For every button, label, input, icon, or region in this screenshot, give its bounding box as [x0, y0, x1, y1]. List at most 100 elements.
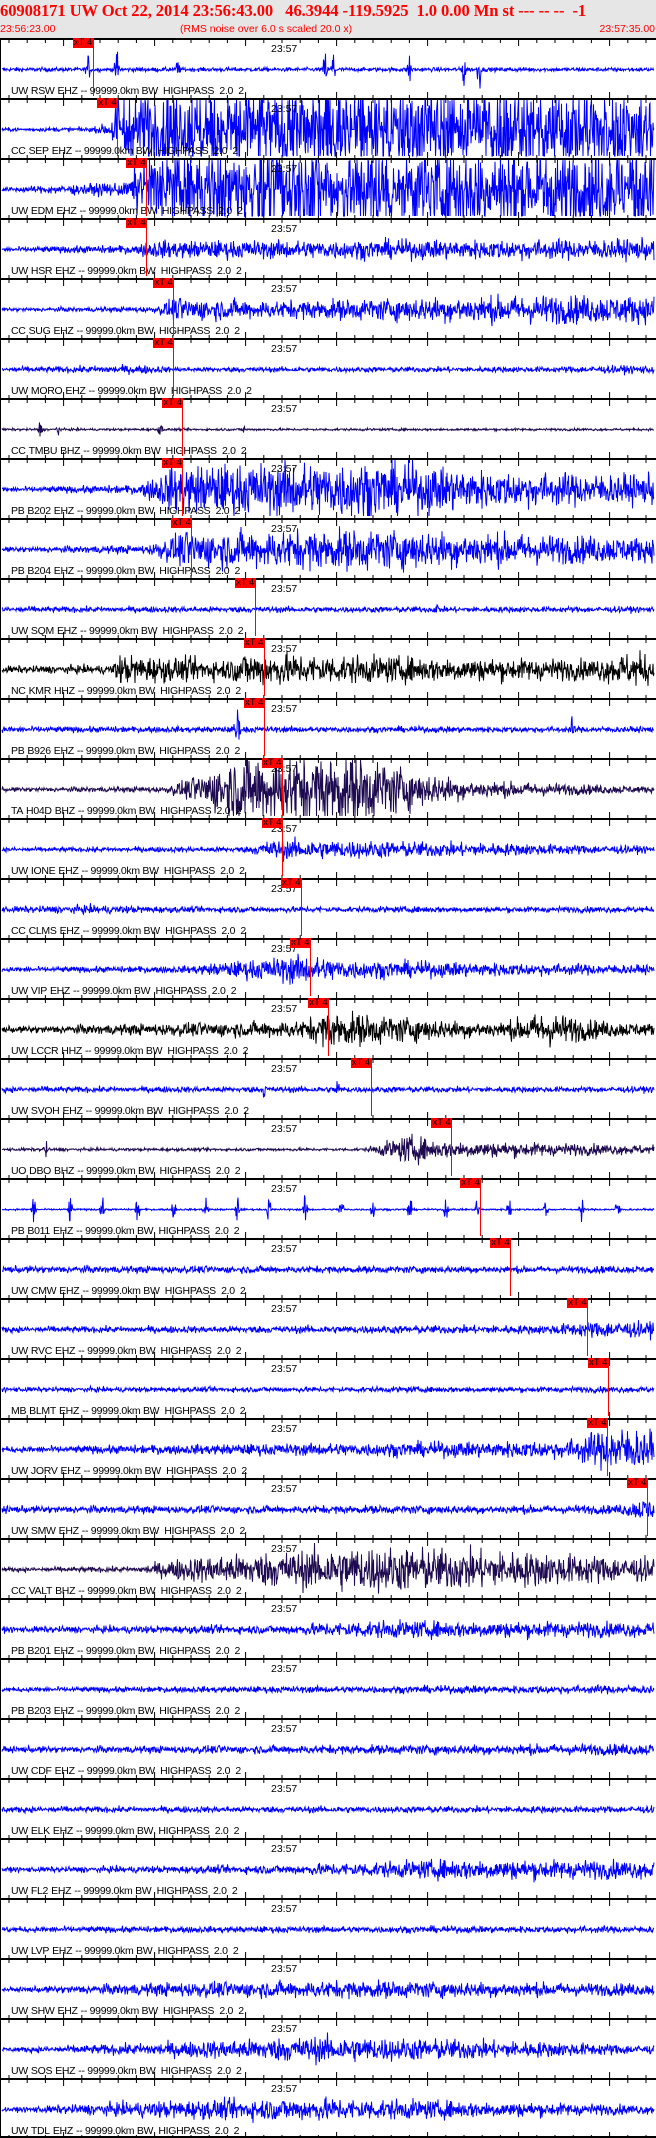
trace-panel-fl2: 23:57 UW FL2 EHZ -- 99999.0km BW HIGHPASS 2.… — [0, 1838, 656, 1898]
phase-pick-marker[interactable]: xT 4 — [1, 338, 175, 396]
station-label: PB B201 EHZ -- 99999.0km BW HIGHPASS 2.0 2 — [11, 1645, 243, 1657]
phase-pick-marker[interactable]: xT 4 — [1, 698, 265, 756]
station-label: CC VALT BHZ -- 99999.0km BW HIGHPASS 2.0 2 — [11, 1585, 244, 1597]
station-label: UW SOS EHZ -- 99999.0km BW HIGHPASS 2.0 2 — [11, 2065, 245, 2077]
minute-label: 23:57 — [271, 2023, 298, 2035]
channel-code: EHZ — [52, 1825, 73, 1837]
trace-panel-b203: 23:57 PB B203 EHZ -- 99999.0km BW HIGHPASS 2… — [0, 1658, 656, 1718]
phase-pick-marker[interactable]: xT 4 — [1, 457, 184, 516]
waveform-trace — [1, 1683, 655, 1695]
minute-label: 23:57 — [271, 163, 298, 175]
pick-label: xT 4 — [162, 457, 184, 468]
phase-pick-marker[interactable]: xT 4 — [1, 1418, 608, 1476]
station-label: UW FL2 EHZ -- 99999.0km BW HIGHPASS 2.0 2 — [11, 1885, 240, 1897]
filter-description: -- 99999.0km BW HIGHPASS 2.0 2 — [78, 1585, 242, 1597]
station-code: VALT — [28, 1585, 53, 1597]
minute-label: 23:57 — [271, 1963, 298, 1975]
station-label: UW ELK EHZ -- 99999.0km BW HIGHPASS 2.0 2 — [11, 1825, 242, 1837]
trace-panel-h04d: 23:57 TA H04D BHZ -- 99999.0km BW HIGHPASS 2… — [0, 758, 656, 818]
waveform-trace — [1, 1742, 654, 1757]
window-start-time: 23:56:23.00 — [0, 23, 56, 35]
waveform-trace — [1, 2096, 655, 2123]
trace-panel-ione: 23:57 UW IONE EHZ -- 99999.0km BW HIGHPASS 2… — [0, 818, 656, 878]
waveform-trace — [1, 2032, 655, 2066]
pick-label: xT 4 — [125, 217, 147, 228]
trace-panel-sug: 23:57 CC SUG EHZ -- 99999.0km BW HIGHPASS 2.… — [0, 278, 656, 338]
phase-pick-marker[interactable]: xT 4 — [1, 1238, 512, 1296]
phase-pick-marker[interactable]: xT 4 — [1, 1358, 609, 1416]
network-code: PB — [11, 1705, 25, 1717]
channel-code: EHZ — [52, 1945, 73, 1957]
network-code: UW — [11, 1945, 28, 1957]
pick-label: xT 4 — [586, 1417, 608, 1428]
channel-code: EHZ — [54, 1765, 75, 1777]
pick-label: xT 4 — [587, 1357, 609, 1368]
pick-label: xT 4 — [243, 637, 265, 648]
pick-label: xT 4 — [234, 577, 256, 588]
trace-panel-kmr: 23:57 NC KMR HHZ -- 99999.0km BW HIGHPASS 2.… — [0, 638, 656, 698]
station-label: UW LVP EHZ -- 99999.0km BW HIGHPASS 2.0 2 — [11, 1945, 241, 1957]
filter-description: -- 99999.0km BW HIGHPASS 2.0 2 — [76, 1645, 241, 1657]
waveform-trace — [1, 1804, 655, 1815]
minute-label: 23:57 — [271, 1543, 298, 1555]
trace-panel-rsw: 23:57 UW RSW EHZ -- 99999.0km BW HIGHPASS 2.… — [0, 38, 656, 98]
trace-panel-elk: 23:57 UW ELK EHZ -- 99999.0km BW HIGHPASS 2.… — [0, 1778, 656, 1838]
phase-pick-marker[interactable]: xT 4 — [1, 518, 193, 576]
minute-label: 23:57 — [271, 1723, 298, 1735]
phase-pick-marker[interactable]: xT 4 — [1, 1118, 453, 1176]
pick-label: xT 4 — [243, 697, 265, 708]
trace-panel-tmbu: 23:57 CC TMBU BHZ -- 99999.0km BW HIGHPASS 2… — [0, 398, 656, 458]
phase-pick-marker[interactable]: xT 4 — [1, 38, 94, 96]
phase-pick-marker[interactable]: xT 4 — [1, 277, 175, 336]
filter-description: -- 99999.0km BW HIGHPASS 2.0 2 — [78, 2065, 242, 2077]
minute-label: 23:57 — [271, 103, 298, 115]
waveform-trace — [1, 1924, 655, 1935]
waveform-trace — [1, 1858, 655, 1883]
event-header: 60908171 UW Oct 22, 2014 23:56:43.00 46.… — [0, 0, 656, 38]
phase-pick-marker[interactable]: xT 4 — [1, 578, 256, 636]
network-code: UW — [11, 1765, 28, 1777]
trace-panel-moro: 23:57 UW MORO EHZ -- 99999.0km BW HIGHPASS 2… — [0, 338, 656, 398]
minute-label: 23:57 — [271, 523, 298, 535]
minute-label: 23:57 — [271, 2083, 298, 2095]
phase-pick-marker[interactable]: xT 4 — [1, 638, 265, 696]
filter-description: -- 99999.0km BW HIGHPASS 2.0 2 — [75, 1825, 240, 1837]
trace-panel-clms: 23:57 CC CLMS EHZ -- 99999.0km BW HIGHPASS 2… — [0, 878, 656, 938]
trace-panel-b926: 23:57 PB B926 EHZ -- 99999.0km BW HIGHPASS 2… — [0, 698, 656, 758]
rms-scaling-note: (RMS noise over 6.0 s scaled 20.0 x) — [180, 23, 353, 35]
pick-label: xT 4 — [162, 397, 184, 408]
phase-pick-marker[interactable]: xT 4 — [1, 1478, 648, 1536]
minute-label: 23:57 — [271, 463, 298, 475]
phase-pick-marker[interactable]: xT 4 — [1, 218, 147, 276]
minute-label: 23:57 — [271, 403, 298, 415]
pick-label: xT 4 — [153, 277, 175, 288]
event-title: 60908171 UW Oct 22, 2014 23:56:43.00 46.… — [0, 1, 587, 20]
network-code: UW — [11, 1885, 28, 1897]
phase-pick-marker[interactable]: xT 4 — [1, 1298, 588, 1356]
phase-pick-marker[interactable]: xT 4 — [1, 758, 283, 816]
trace-panel-smw: 23:57 UW SMW EHZ -- 99999.0km BW HIGHPASS 2.… — [0, 1478, 656, 1538]
minute-label: 23:57 — [271, 1843, 298, 1855]
phase-pick-marker[interactable]: xT 4 — [1, 98, 118, 156]
trace-panel-svoh: 23:57 UW SVOH EHZ -- 99999.0km BW HIGHPASS 2… — [0, 1058, 656, 1118]
pick-label: xT 4 — [289, 937, 311, 948]
phase-pick-marker[interactable]: xT 4 — [1, 998, 329, 1056]
channel-code: EHZ — [57, 2005, 78, 2017]
filter-description: -- 99999.0km BW HIGHPASS 2.0 2 — [74, 1885, 238, 1897]
pick-label: xT 4 — [97, 97, 118, 108]
phase-pick-marker[interactable]: xT 4 — [1, 878, 302, 936]
phase-pick-marker[interactable]: xT 4 — [1, 397, 184, 456]
minute-label: 23:57 — [271, 1783, 298, 1795]
phase-pick-marker[interactable]: xT 4 — [1, 1178, 482, 1236]
phase-pick-marker[interactable]: xT 4 — [1, 938, 311, 996]
station-code: SHW — [30, 2005, 55, 2017]
trace-panel-blmt: 23:57 MB BLMT EHZ -- 99999.0km BW HIGHPASS 2… — [0, 1358, 656, 1418]
phase-pick-marker[interactable]: xT 4 — [1, 1058, 372, 1116]
channel-code: EHZ — [51, 1885, 72, 1897]
phase-pick-marker[interactable]: xT 4 — [1, 818, 283, 876]
phase-pick-marker[interactable]: xT 4 — [1, 158, 147, 216]
station-code: B203 — [27, 1705, 51, 1717]
station-code: CDF — [30, 1765, 52, 1777]
channel-code: EHZ — [53, 1705, 74, 1717]
network-code: UW — [11, 2065, 28, 2077]
